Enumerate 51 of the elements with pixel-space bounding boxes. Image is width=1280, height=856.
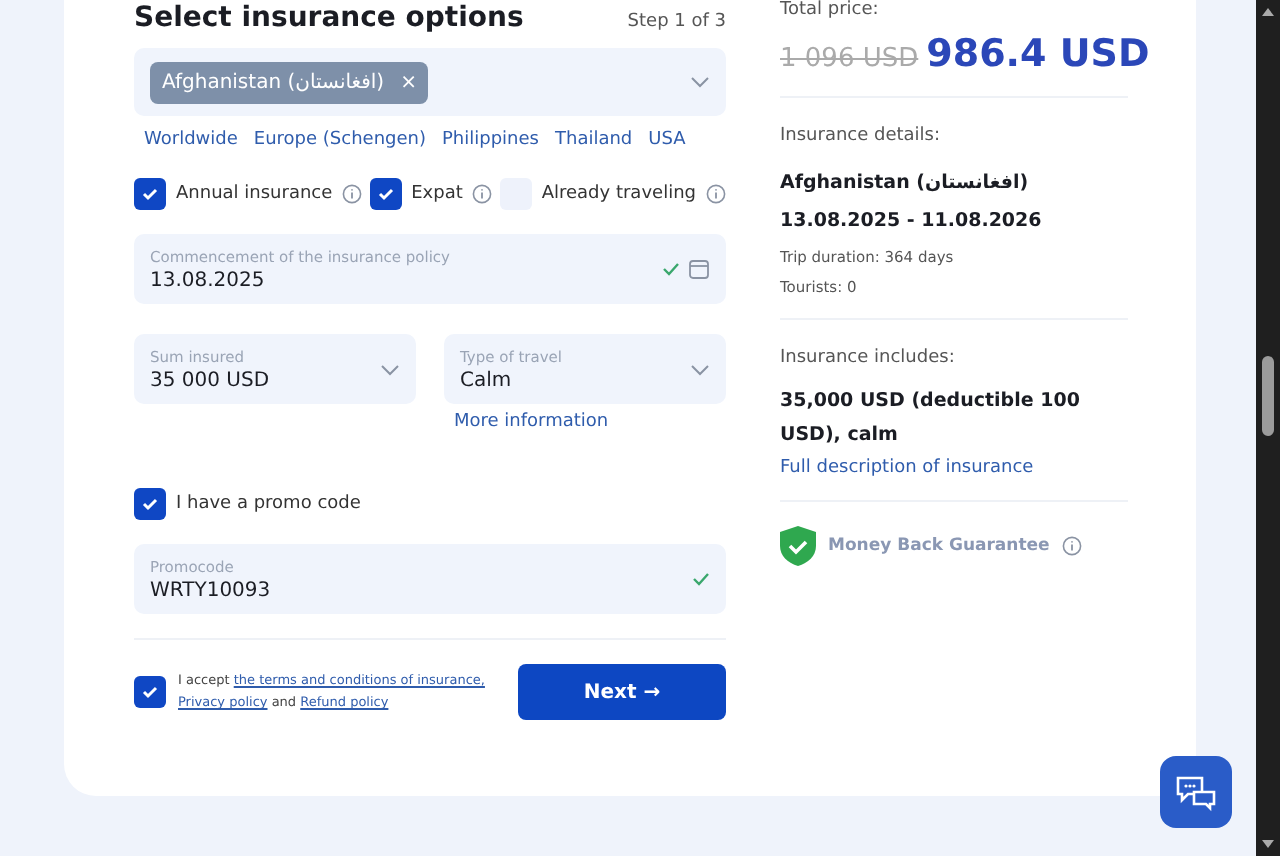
details-dates: 13.08.2025 - 11.08.2026 xyxy=(780,208,1044,236)
chevron-down-icon[interactable] xyxy=(380,363,400,375)
checkmark-icon xyxy=(375,184,396,204)
calendar-icon[interactable] xyxy=(688,258,710,280)
field-value: Calm xyxy=(460,369,514,391)
field-value: 35 000 USD xyxy=(150,369,270,391)
option-label: Expat xyxy=(411,184,463,204)
form-title: Select insurance options xyxy=(134,0,524,36)
option-label: Already traveling xyxy=(541,184,696,204)
country-link[interactable]: Philippines xyxy=(442,130,539,150)
more-info-link[interactable]: More information xyxy=(454,412,726,432)
checkmark-icon xyxy=(140,494,160,514)
scroll-down-icon[interactable] xyxy=(1262,840,1274,848)
chevron-down-icon[interactable] xyxy=(690,76,710,88)
includes-label: Insurance includes: xyxy=(780,348,957,368)
total-label: Total price: xyxy=(780,0,881,20)
info-icon[interactable] xyxy=(342,184,363,204)
details-label: Insurance details: xyxy=(780,126,943,146)
option-label: Annual insurance xyxy=(176,184,333,204)
checkbox[interactable] xyxy=(134,676,166,708)
description-link[interactable]: Full description of insurance xyxy=(780,458,1128,478)
info-icon[interactable] xyxy=(1061,536,1082,556)
checkbox[interactable] xyxy=(369,178,402,210)
scrollbar[interactable] xyxy=(1256,0,1280,856)
chat-bubbles-icon xyxy=(1174,772,1218,812)
scroll-up-icon[interactable] xyxy=(1262,8,1274,16)
includes-text: 35,000 USD (deductible 100 USD), calm xyxy=(780,388,1082,450)
checkbox[interactable] xyxy=(134,488,166,520)
details-country: Afghanistan (افغانستان) xyxy=(780,170,1031,198)
field-value: 13.08.2025 xyxy=(150,269,267,291)
price: 986.4 USD xyxy=(926,32,1150,76)
shield-check-icon xyxy=(780,526,816,566)
country-link[interactable]: USA xyxy=(648,130,686,150)
option-label: I have a promo code xyxy=(176,494,361,514)
info-icon[interactable] xyxy=(472,184,493,204)
scrollbar-thumb[interactable] xyxy=(1262,356,1274,436)
country-link[interactable]: Worldwide xyxy=(144,130,238,150)
next-button[interactable]: Next → xyxy=(518,664,726,720)
checkbox[interactable] xyxy=(134,178,166,210)
info-icon[interactable] xyxy=(705,184,726,204)
checkmark-icon xyxy=(140,184,160,204)
checkmark-icon xyxy=(140,682,160,702)
step-indicator: Step 1 of 3 xyxy=(627,12,726,32)
chevron-down-icon[interactable] xyxy=(690,363,710,375)
old-price: 1 096 USD xyxy=(780,44,919,74)
chip-label: Afghanistan (افغانستان) xyxy=(162,71,385,93)
country-link[interactable]: Europe (Schengen) xyxy=(253,130,426,150)
guarantee-label: Money Back Guarantee xyxy=(828,536,1050,556)
country-link[interactable]: Thailand xyxy=(555,130,633,150)
chat-button[interactable] xyxy=(1160,756,1232,828)
field-value: WRTY10093 xyxy=(150,579,271,601)
